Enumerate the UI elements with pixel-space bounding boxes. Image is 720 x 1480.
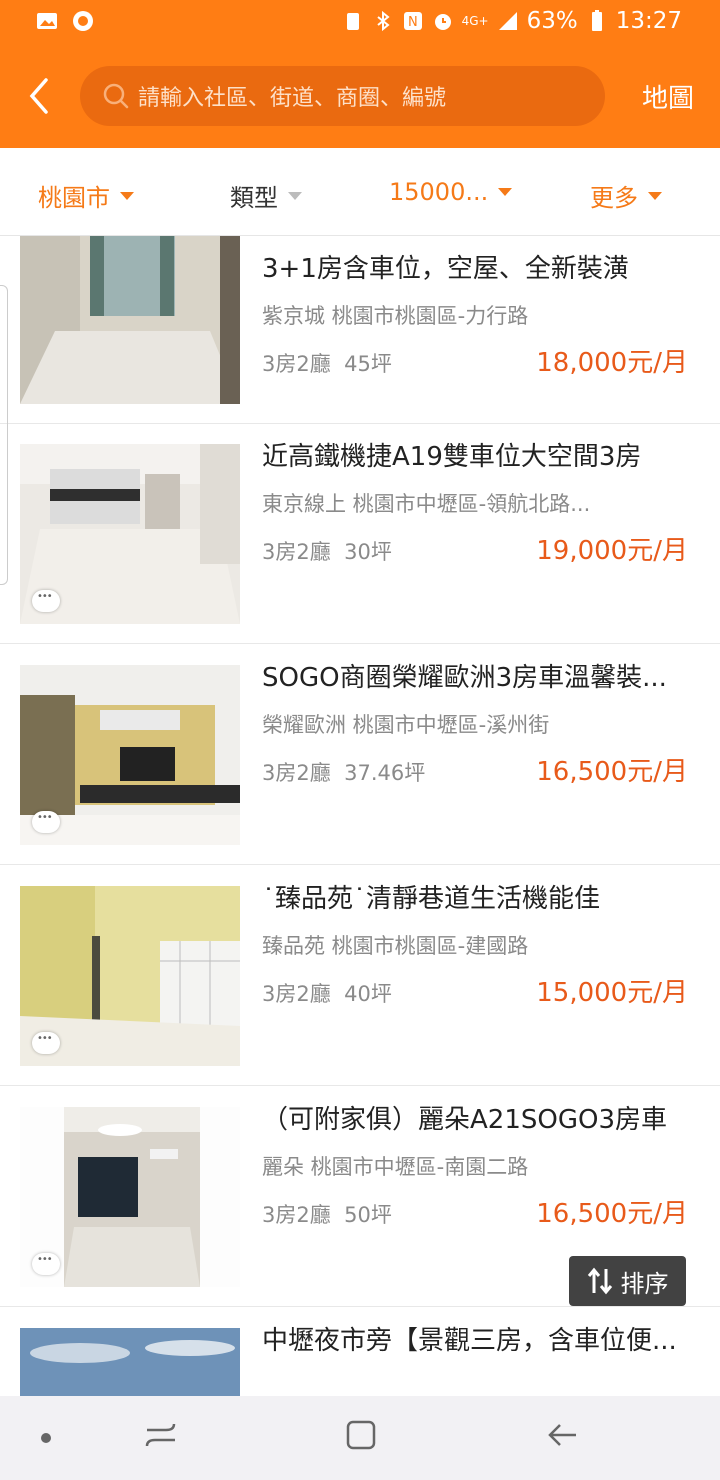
home-icon[interactable] — [344, 1418, 378, 1452]
battery-percent: 63% — [526, 8, 578, 34]
listing-meta: 3房2廳 45坪 — [262, 348, 392, 378]
chevron-down-icon — [120, 191, 134, 200]
status-bar: N 4G+ 63% 13:27 — [0, 0, 720, 44]
listing-size: 45坪 — [344, 352, 392, 376]
listing-price: 18,000元/月 — [536, 348, 688, 378]
map-button[interactable]: 地圖 — [642, 78, 694, 115]
sort-button[interactable]: 排序 — [569, 1256, 686, 1306]
listing-rooms: 3房2廳 — [262, 352, 331, 376]
listing-price: 16,500元/月 — [536, 757, 688, 787]
listing-price: 19,000元/月 — [536, 536, 688, 566]
listing-size: 37.46坪 — [344, 761, 426, 785]
battery-saver-icon — [346, 13, 359, 30]
listing-item[interactable]: SOGO商圈榮耀歐洲3房車溫馨裝... 榮耀歐洲 桃園市中壢區-溪州街 3房2廳… — [0, 645, 720, 865]
listing-size: 40坪 — [344, 982, 392, 1006]
listing-meta: 3房2廳 50坪 — [262, 1199, 392, 1229]
system-nav-bar — [0, 1396, 720, 1480]
filter-price[interactable]: 15000... — [389, 178, 513, 206]
recent-apps-icon[interactable] — [144, 1418, 178, 1452]
chat-bubble-icon — [32, 811, 60, 833]
filter-type[interactable]: 類型 — [230, 178, 302, 213]
listing-address: 麗朵 桃園市中壢區-南園二路 — [262, 1155, 529, 1179]
listing-list[interactable]: 3+1房含車位，空屋、全新裝潢 紫京城 桃園市桃園區-力行路 3房2廳 45坪 … — [0, 236, 720, 1396]
listing-price: 16,500元/月 — [536, 1199, 688, 1229]
listing-photo — [20, 1328, 240, 1396]
network-type: 4G+ — [461, 14, 489, 28]
listing-size: 30坪 — [344, 540, 392, 564]
listing-size: 50坪 — [344, 1203, 392, 1227]
listing-photo — [20, 1107, 240, 1287]
listing-title: SOGO商圈榮耀歐洲3房車溫馨裝... — [262, 663, 667, 693]
clock: 13:27 — [615, 8, 682, 34]
chat-bubble-icon — [32, 1253, 60, 1275]
listing-rooms: 3房2廳 — [262, 1203, 331, 1227]
listing-address: 東京線上 桃園市中壢區-領航北路... — [262, 492, 591, 516]
filter-city-label: 桃園市 — [38, 184, 110, 212]
alarm-icon — [434, 14, 451, 30]
listing-title: 3+1房含車位，空屋、全新裝潢 — [262, 254, 629, 284]
chat-bubble-icon — [32, 1032, 60, 1054]
filter-bar: 桃園市 類型 15000... 更多 — [0, 148, 720, 236]
listing-item[interactable]: 近高鐵機捷A19雙車位大空間3房 東京線上 桃園市中壢區-領航北路... 3房2… — [0, 424, 720, 644]
listing-photo — [20, 236, 240, 404]
listing-item[interactable]: 3+1房含車位，空屋、全新裝潢 紫京城 桃園市桃園區-力行路 3房2廳 45坪 … — [0, 236, 720, 424]
listing-photo — [20, 444, 240, 624]
nfc-icon: N — [403, 12, 422, 30]
listing-price: 15,000元/月 — [536, 978, 688, 1008]
listing-rooms: 3房2廳 — [262, 982, 331, 1006]
back-icon[interactable] — [546, 1418, 580, 1452]
filter-type-label: 類型 — [230, 184, 278, 212]
search-input[interactable]: 請輸入社區、街道、商圈、編號 — [80, 66, 605, 126]
chat-bubble-icon — [32, 590, 60, 612]
svg-text:N: N — [408, 15, 418, 30]
battery-icon — [591, 10, 602, 31]
filter-more[interactable]: 更多 — [590, 178, 662, 213]
chevron-down-icon — [498, 188, 513, 196]
listing-address: 臻品苑 桃園市桃園區-建國路 — [262, 934, 529, 958]
listing-item[interactable]: 中壢夜市旁【景觀三房，含車位便... — [0, 1308, 720, 1396]
gallery-notification-icon — [37, 13, 57, 29]
dot-icon[interactable] — [40, 1432, 52, 1444]
listing-meta: 3房2廳 37.46坪 — [262, 757, 425, 787]
edge-panel-handle[interactable] — [0, 285, 8, 585]
listing-meta: 3房2廳 30坪 — [262, 536, 392, 566]
sort-icon — [587, 1267, 612, 1295]
listing-item[interactable]: ˙臻品苑˙清靜巷道生活機能佳 臻品苑 桃園市桃園區-建國路 3房2廳 40坪 1… — [0, 866, 720, 1086]
sort-label: 排序 — [620, 1269, 669, 1298]
search-placeholder: 請輸入社區、街道、商圈、編號 — [138, 86, 447, 111]
app-notification-icon — [73, 11, 93, 31]
filter-more-label: 更多 — [590, 184, 638, 212]
listing-title: ˙臻品苑˙清靜巷道生活機能佳 — [262, 884, 601, 914]
listing-rooms: 3房2廳 — [262, 761, 331, 785]
listing-title: （可附家俱）麗朵A21SOGO3房車 — [262, 1105, 667, 1135]
listing-photo — [20, 886, 240, 1066]
header-bar: 請輸入社區、街道、商圈、編號 地圖 — [0, 44, 720, 148]
listing-title: 近高鐵機捷A19雙車位大空間3房 — [262, 442, 642, 472]
back-arrow-icon[interactable] — [22, 74, 62, 118]
chevron-down-icon — [648, 191, 662, 200]
bluetooth-icon — [376, 10, 390, 32]
listing-rooms: 3房2廳 — [262, 540, 331, 564]
listing-address: 紫京城 桃園市桃園區-力行路 — [262, 304, 529, 328]
filter-city[interactable]: 桃園市 — [38, 178, 134, 213]
listing-address: 榮耀歐洲 桃園市中壢區-溪州街 — [262, 713, 550, 737]
listing-meta: 3房2廳 40坪 — [262, 978, 392, 1008]
listing-photo — [20, 665, 240, 845]
signal-icon — [498, 12, 517, 30]
search-icon — [103, 83, 129, 109]
chevron-down-icon — [288, 191, 302, 200]
filter-price-label: 15000... — [389, 178, 489, 206]
listing-title: 中壢夜市旁【景觀三房，含車位便... — [262, 1326, 677, 1356]
